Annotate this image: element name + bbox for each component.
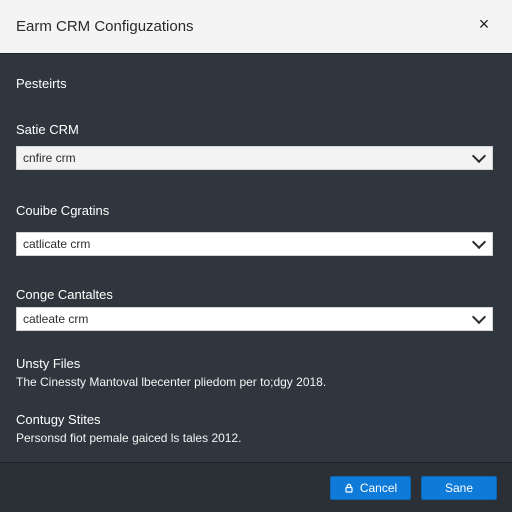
save-button[interactable]: Sane [421,476,497,500]
chevron-down-icon [471,148,487,164]
info-title-unsty-files: Unsty Files [16,356,81,371]
chevron-down-icon [471,309,487,325]
close-button[interactable]: × [474,14,494,34]
info-title-contugy-stites: Contugy Stites [16,412,101,427]
dialog-title: Earm CRM Configuzations [16,18,194,35]
info-text-unsty-files: The Cinessty Mantoval lbecenter pliedom … [16,375,327,389]
save-label: Sane [444,481,474,495]
dropdown-value: cnfire crm [23,151,76,165]
section-heading: Pesteirts [16,76,67,91]
dialog-content: Pesteirts Satie CRM cnfire crm Couibe Cg… [0,54,512,462]
info-text-contugy-stites: Personsd fiot pemale gaiced ls tales 201… [16,431,242,445]
dropdown-satie-crm[interactable]: cnfire crm [16,146,493,170]
dialog-footer: Cancel Sane [0,462,512,512]
lock-icon [344,483,354,493]
cancel-label: Cancel [359,481,398,495]
configurations-dialog: Earm CRM Configuzations × Pesteirts Sati… [0,0,512,512]
title-bar: Earm CRM Configuzations × [0,0,512,54]
dropdown-value: catlicate crm [23,237,91,251]
field-label-couibe-cgratins: Couibe Cgratins [16,203,110,218]
field-label-satie-crm: Satie CRM [16,122,79,137]
field-label-conge-cantaltes: Conge Cantaltes [16,287,113,302]
dropdown-conge-cantaltes[interactable]: catleate crm [16,307,493,331]
dropdown-couibe-cgratins[interactable]: catlicate crm [16,232,493,256]
close-icon: × [478,14,490,34]
chevron-down-icon [471,234,487,250]
cancel-button[interactable]: Cancel [330,476,411,500]
dropdown-value: catleate crm [23,312,89,326]
